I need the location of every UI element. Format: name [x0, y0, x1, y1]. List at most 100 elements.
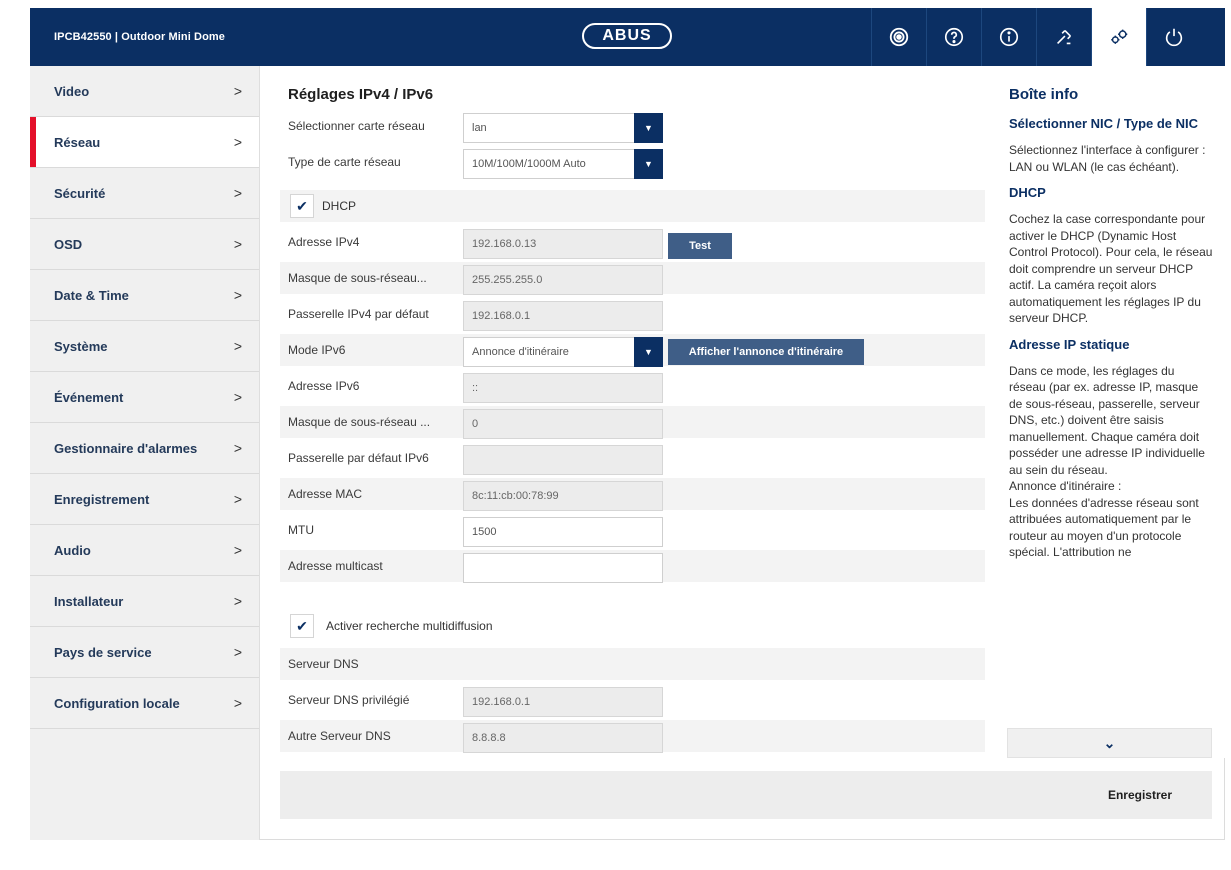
mask-row: Masque de sous-réseau... 255.255.255.0 [280, 262, 985, 295]
chevron-right-icon: > [233, 491, 242, 507]
ipv6-mode-select[interactable]: Annonce d'itinéraire ▼ [463, 337, 663, 367]
sidebar-item-pays-de-service[interactable]: Pays de service > [30, 627, 259, 678]
brand-logo: ABUS [582, 23, 672, 49]
nic-label: Sélectionner carte réseau [288, 119, 425, 133]
chevron-right-icon: > [233, 389, 242, 405]
dns-section-label: Serveur DNS [288, 657, 359, 671]
ipv6-gateway-field[interactable] [463, 445, 663, 475]
sidebar-item-label: Configuration locale [54, 695, 180, 711]
sidebar-item-label: Audio [54, 542, 91, 558]
nic-type-label: Type de carte réseau [288, 155, 401, 169]
sidebar-item-securite[interactable]: Sécurité > [30, 168, 259, 219]
top-icon-bar [871, 8, 1201, 66]
chevron-right-icon: > [233, 542, 242, 558]
ipv6-mask-row: Masque de sous-réseau ... 0 [280, 406, 985, 439]
ipv6-addr-label: Adresse IPv6 [288, 379, 360, 393]
info-announce-text: Les données d'adresse réseau sont attrib… [1009, 495, 1199, 560]
sidebar-item-label: Sécurité [54, 185, 106, 201]
sidebar-item-reseau[interactable]: Réseau > [30, 117, 259, 168]
sidebar-item-date-time[interactable]: Date & Time > [30, 270, 259, 321]
sidebar-item-configuration-locale[interactable]: Configuration locale > [30, 678, 259, 729]
mask-label: Masque de sous-réseau... [288, 271, 427, 285]
camera-icon[interactable] [871, 8, 926, 66]
sidebar-item-installateur[interactable]: Installateur > [30, 576, 259, 627]
help-icon[interactable] [926, 8, 981, 66]
sidebar-item-video[interactable]: Video > [30, 66, 259, 117]
chevron-right-icon: > [233, 593, 242, 609]
ipv6-addr-row: Adresse IPv6 :: [280, 370, 985, 403]
sidebar-item-label: Événement [54, 389, 124, 405]
ipv6-mode-row: Mode IPv6 Annonce d'itinéraire ▼ Afficher… [280, 334, 985, 367]
dropdown-arrow-icon[interactable]: ▼ [634, 113, 663, 143]
sidebar-item-gestionnaire-alarmes[interactable]: Gestionnaire d'alarmes > [30, 423, 259, 474]
sidebar-item-audio[interactable]: Audio > [30, 525, 259, 576]
multicast-search-checkbox[interactable]: ✔ [290, 614, 314, 638]
multicast-input[interactable] [463, 553, 663, 583]
sidebar-item-label: Installateur [54, 593, 124, 609]
info-box-body[interactable]: Sélectionner NIC / Type de NIC Sélection… [1009, 116, 1214, 730]
scroll-down-button[interactable]: ⌄ [1007, 728, 1212, 758]
nic-type-select[interactable]: 10M/100M/1000M Auto ▼ [463, 149, 663, 179]
multicast-search-row: ✔ Activer recherche multidiffusion [280, 610, 985, 642]
sidebar-item-label: Video [54, 83, 90, 99]
mtu-input[interactable]: 1500 [463, 517, 663, 547]
chevron-down-icon: ⌄ [1103, 734, 1116, 751]
info-static-heading: Adresse IP statique [1009, 336, 1130, 352]
ipv4-field[interactable]: 192.168.0.13 [463, 229, 663, 259]
multicast-label: Adresse multicast [288, 559, 383, 573]
gateway-field[interactable]: 192.168.0.1 [463, 301, 663, 331]
nic-select[interactable]: lan ▼ [463, 113, 663, 143]
nic-type-row: Type de carte réseau 10M/100M/1000M Auto… [280, 146, 985, 179]
info-nic-heading: Sélectionner NIC / Type de NIC [1009, 116, 1199, 131]
sidebar-item-label: Système [54, 338, 108, 354]
dns-pref-field[interactable]: 192.168.0.1 [463, 687, 663, 717]
sidebar-item-label: Date & Time [54, 287, 129, 303]
save-button[interactable]: Enregistrer [1108, 771, 1172, 819]
chevron-right-icon: > [233, 440, 242, 456]
gateway-label: Passerelle IPv4 par défaut [288, 307, 429, 321]
top-bar: IPCB42550 | Outdoor Mini Dome ABUS [30, 8, 1225, 66]
info-static-text: Dans ce mode, les réglages du réseau (pa… [1009, 363, 1205, 477]
sidebar-item-osd[interactable]: OSD > [30, 219, 259, 270]
dns-pref-label: Serveur DNS privilégié [288, 693, 410, 707]
device-title: IPCB42550 | Outdoor Mini Dome [54, 31, 226, 43]
dhcp-checkbox[interactable]: ✔ [290, 194, 314, 218]
mac-label: Adresse MAC [288, 487, 363, 501]
dropdown-arrow-icon[interactable]: ▼ [634, 337, 663, 367]
settings-icon[interactable] [1091, 8, 1146, 66]
info-announce-label: Annonce d'itinéraire : [1009, 479, 1122, 493]
show-announce-button[interactable]: Afficher l'annonce d'itinéraire [668, 339, 864, 365]
test-button[interactable]: Test [668, 233, 732, 259]
sidebar-item-systeme[interactable]: Système > [30, 321, 259, 372]
dropdown-arrow-icon[interactable]: ▼ [634, 149, 663, 179]
mac-row: Adresse MAC 8c:11:cb:00:78:99 [280, 478, 985, 511]
dns-pref-row: Serveur DNS privilégié 192.168.0.1 [280, 684, 985, 717]
tools-icon[interactable] [1036, 8, 1091, 66]
ipv6-gateway-row: Passerelle par défaut IPv6 [280, 442, 985, 475]
sidebar-item-label: Gestionnaire d'alarmes [54, 440, 198, 456]
chevron-right-icon: > [233, 338, 242, 354]
dns-alt-label: Autre Serveur DNS [288, 729, 391, 743]
sidebar-item-label: Réseau [54, 134, 101, 150]
multicast-search-label: Activer recherche multidiffusion [326, 619, 493, 633]
sidebar-item-enregistrement[interactable]: Enregistrement > [30, 474, 259, 525]
ipv6-mask-field[interactable]: 0 [463, 409, 663, 439]
ipv6-gateway-label: Passerelle par défaut IPv6 [288, 451, 429, 465]
info-dhcp-text: Cochez la case correspondante pour activ… [1009, 212, 1213, 325]
page-title: Réglages IPv4 / IPv6 [288, 86, 434, 103]
chevron-right-icon: > [233, 185, 242, 201]
gateway-row: Passerelle IPv4 par défaut 192.168.0.1 [280, 298, 985, 331]
info-icon[interactable] [981, 8, 1036, 66]
chevron-right-icon: > [233, 644, 242, 660]
power-icon[interactable] [1146, 8, 1201, 66]
dns-alt-field[interactable]: 8.8.8.8 [463, 723, 663, 753]
sidebar-item-evenement[interactable]: Événement > [30, 372, 259, 423]
ipv6-mode-label: Mode IPv6 [288, 343, 346, 357]
dhcp-row: ✔ DHCP [280, 190, 985, 222]
mask-field[interactable]: 255.255.255.0 [463, 265, 663, 295]
sidebar-item-label: Enregistrement [54, 491, 150, 507]
mac-field: 8c:11:cb:00:78:99 [463, 481, 663, 511]
ipv4-label: Adresse IPv4 [288, 235, 360, 249]
app-window: IPCB42550 | Outdoor Mini Dome ABUS Video… [30, 8, 1225, 840]
ipv6-addr-field[interactable]: :: [463, 373, 663, 403]
